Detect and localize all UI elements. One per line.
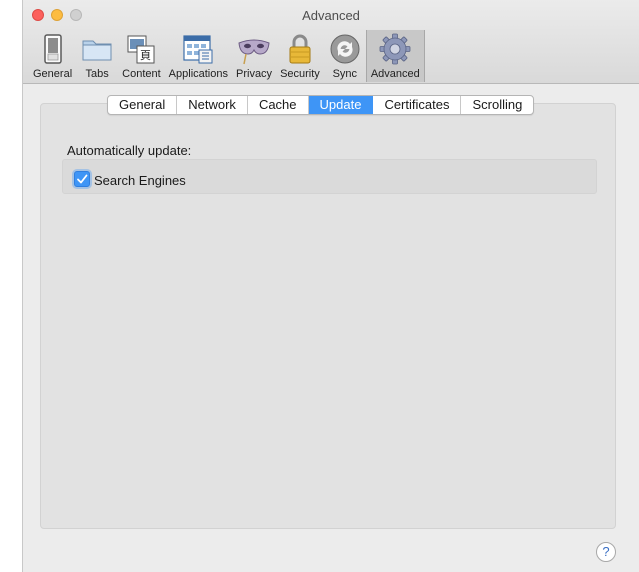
tab-update[interactable]: Update bbox=[308, 96, 374, 114]
toolbar-label: Advanced bbox=[370, 68, 420, 80]
toolbar-label: Content bbox=[122, 68, 161, 80]
tab-network[interactable]: Network bbox=[177, 96, 248, 114]
toolbar-item-general[interactable]: General bbox=[29, 30, 76, 80]
search-engines-label[interactable]: Search Engines bbox=[94, 173, 186, 188]
toolbar-item-advanced[interactable]: Advanced bbox=[365, 30, 425, 82]
toolbar-label: Tabs bbox=[85, 68, 109, 80]
svg-text:頁: 頁 bbox=[140, 49, 151, 62]
content-icon: 頁 bbox=[124, 32, 158, 66]
tab-general[interactable]: General bbox=[108, 96, 178, 114]
checkmark-icon bbox=[77, 174, 88, 184]
toolbar-item-privacy[interactable]: Privacy bbox=[232, 30, 276, 80]
toolbar-item-content[interactable]: 頁 Content bbox=[118, 30, 165, 80]
tab-certificates[interactable]: Certificates bbox=[373, 96, 462, 114]
tab-scrolling[interactable]: Scrolling bbox=[461, 96, 533, 114]
auto-update-label: Automatically update: bbox=[67, 143, 192, 158]
search-engines-checkbox[interactable] bbox=[74, 171, 90, 187]
search-engines-row: Search Engines bbox=[62, 159, 597, 194]
applications-icon bbox=[181, 32, 215, 66]
toolbar-item-security[interactable]: Security bbox=[276, 30, 324, 80]
toolbar-label: General bbox=[33, 68, 73, 80]
tab-cache[interactable]: Cache bbox=[248, 96, 309, 114]
title-bar: Advanced General Tabs 頁 Content Applicat… bbox=[23, 0, 639, 84]
toolbar-item-tabs[interactable]: Tabs bbox=[76, 30, 118, 80]
toolbar-item-sync[interactable]: Sync bbox=[324, 30, 366, 80]
preferences-toolbar: General Tabs 頁 Content Applications Priv… bbox=[29, 30, 425, 82]
gear-icon bbox=[378, 32, 412, 66]
switch-icon bbox=[36, 32, 70, 66]
help-button[interactable]: ? bbox=[596, 542, 616, 562]
window-title: Advanced bbox=[302, 8, 360, 23]
toolbar-item-applications[interactable]: Applications bbox=[165, 30, 232, 80]
lock-icon bbox=[283, 32, 317, 66]
folder-icon bbox=[80, 32, 114, 66]
toolbar-label: Security bbox=[280, 68, 320, 80]
toolbar-label: Sync bbox=[332, 68, 358, 80]
toolbar-label: Privacy bbox=[236, 68, 273, 80]
sync-icon bbox=[328, 32, 362, 66]
mask-icon bbox=[237, 32, 271, 66]
toolbar-label: Applications bbox=[168, 68, 228, 80]
advanced-tab-bar: General Network Cache Update Certificate… bbox=[107, 95, 535, 115]
preferences-window: Advanced General Tabs 頁 Content Applicat… bbox=[22, 0, 639, 572]
